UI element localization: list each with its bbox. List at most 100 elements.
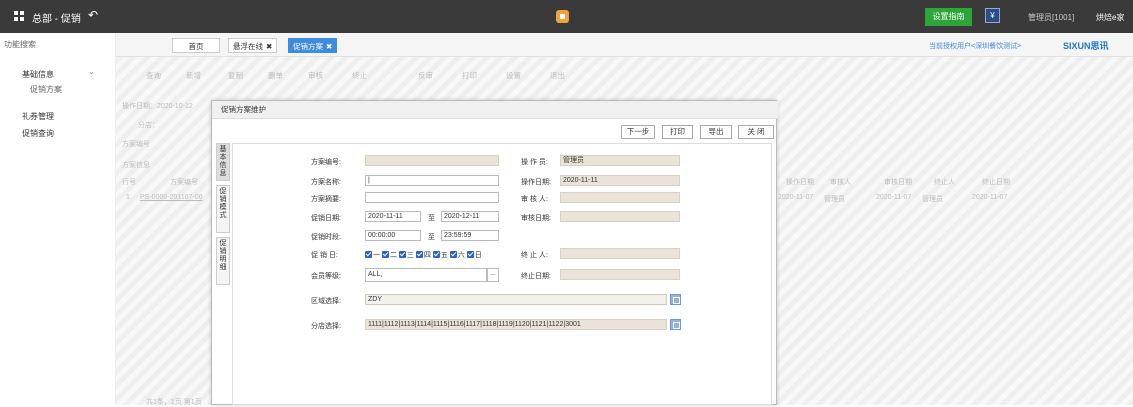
tab-promo-mode[interactable]: 促销模式 — [216, 185, 230, 233]
reviewer-field — [560, 192, 680, 203]
checkbox-checked-icon[interactable] — [365, 251, 372, 258]
review-date-field — [560, 211, 680, 222]
bg-col-rowno: 行号 — [122, 179, 136, 186]
dialog-title: 促销方案维护 — [212, 101, 778, 119]
bg-settings-button: 设置 — [506, 71, 521, 80]
branch-label: 分店选择: — [311, 323, 341, 330]
bg-row-code: PS-0000-201107-00 — [140, 194, 203, 201]
operator-field: 管理员 — [560, 155, 680, 166]
checkbox-checked-icon[interactable] — [381, 251, 389, 258]
bg-cell-opdate: 2020-11-07 — [778, 194, 814, 201]
bg-store: 分店： — [138, 122, 159, 129]
branch-picker-icon[interactable] — [670, 319, 681, 330]
next-step-button[interactable]: 下一步 — [621, 125, 655, 139]
setup-guide-button[interactable]: 设置指南 — [925, 8, 972, 26]
weekday-wed[interactable]: 三 — [398, 251, 414, 259]
tab-promo-plan[interactable]: 促销方案 ✖ — [288, 38, 338, 53]
area-field[interactable]: ZDY — [365, 294, 667, 305]
weekday-sun[interactable]: 日 — [466, 251, 482, 259]
tab-home[interactable]: 首页 — [172, 38, 220, 53]
sidebar-item-coupon[interactable]: 礼券管理 — [22, 111, 54, 122]
area-picker-icon[interactable] — [670, 294, 681, 305]
weekday-label: 二 — [389, 252, 397, 259]
promo-date-from[interactable]: 2020-11-11 — [365, 211, 421, 222]
checkbox-checked-icon[interactable] — [466, 251, 474, 258]
bg-copy-button: 复制 — [228, 71, 243, 80]
bg-col-planno: 方案编号 — [170, 179, 198, 186]
sidebar-search-header[interactable]: 功能搜索 — [0, 33, 116, 57]
terminator-label: 终 止 人: — [521, 252, 548, 259]
close-icon[interactable]: ✖ — [266, 42, 272, 51]
weekday-thu[interactable]: 四 — [415, 251, 431, 259]
export-button[interactable]: 导出 — [700, 125, 732, 139]
bg-query-button: 查询 — [146, 71, 161, 80]
member-level-field[interactable]: ALL, — [365, 268, 487, 282]
tab-label: 首页 — [188, 42, 204, 51]
bg-print-button: 打印 — [462, 71, 477, 80]
term-date-label: 终止日期: — [521, 273, 551, 280]
bg-op-date: 操作日期：2020-10-12 — [122, 103, 193, 110]
weekday-mon[interactable]: 一 — [365, 251, 380, 259]
promo-time-from[interactable]: 00:00:00 — [365, 230, 421, 241]
plan-no-label: 方案编号: — [311, 159, 341, 166]
weekday-sat[interactable]: 六 — [449, 251, 465, 259]
tab-basic-info[interactable]: 基本信息 — [216, 143, 230, 181]
print-button[interactable]: 打印 — [662, 125, 693, 139]
tab-bar: 首页 悬浮在线 ✖ 促销方案 ✖ 当前授权用户<深圳餐饮测试> SIXUN思讯 — [116, 33, 1133, 57]
tab-promo-detail[interactable]: 促销明细 — [216, 237, 230, 285]
app-title: 总部 - 促销 — [32, 14, 81, 25]
weekday-fri[interactable]: 五 — [432, 251, 448, 259]
auth-user-link[interactable]: 当前授权用户<深圳餐饮测试> — [929, 41, 1021, 51]
bg-plan-no: 方案编号 — [122, 141, 150, 148]
sidebar: 功能搜索 基础信息 ⌄ 促销方案 礼券管理 促销查询 — [0, 33, 116, 405]
sidebar-item-basic-info[interactable]: 基础信息 — [22, 69, 54, 80]
promo-time-label: 促销时段: — [311, 234, 341, 241]
weekday-label: 五 — [440, 252, 448, 259]
background-toolbar: 查询 新增 复制 删单 审核 终止 反审 打印 设置 退出 — [116, 65, 1133, 89]
plan-desc-field[interactable] — [365, 192, 499, 203]
tab-label: 促销方案 — [293, 42, 323, 51]
branch-field[interactable]: 1111|1112|1113|1114|1115|1116|1117|1118|… — [365, 319, 667, 330]
bg-cell-terminator: 管理员 — [922, 196, 943, 203]
app-center-icon[interactable] — [556, 10, 569, 23]
weekday-tue[interactable]: 二 — [381, 251, 397, 259]
plan-name-field[interactable]: | — [365, 175, 499, 186]
weekday-checkboxes: 一 二 三 四 五 六 日 — [365, 250, 482, 260]
checkbox-checked-icon[interactable] — [415, 251, 423, 258]
org-name[interactable]: 烘焙e家 — [1096, 12, 1124, 23]
weekday-label: 一 — [373, 252, 380, 259]
plan-no-field — [365, 155, 499, 166]
grid-menu-icon[interactable] — [14, 11, 24, 21]
back-icon[interactable]: ↶ — [88, 8, 98, 22]
bg-row-no: 1 — [126, 194, 130, 201]
to-label: 至 — [428, 234, 435, 241]
close-button[interactable]: 关 闭 — [738, 125, 774, 139]
bg-col-reviewer: 审核人 — [830, 179, 851, 186]
sidebar-item-promo-plan[interactable]: 促销方案 — [30, 84, 62, 95]
bg-col-reviewdate: 审核日期 — [884, 179, 912, 186]
checkbox-checked-icon[interactable] — [398, 251, 406, 258]
chevron-down-icon[interactable]: ⌄ — [88, 67, 95, 76]
brand-logo: SIXUN思讯 — [1063, 41, 1109, 51]
promo-date-to[interactable]: 2020-12-11 — [441, 211, 499, 222]
reviewer-label: 审 核 人: — [521, 196, 548, 203]
bg-col-terminator: 终止人 — [934, 179, 955, 186]
weekday-label: 四 — [423, 252, 431, 259]
tab-online[interactable]: 悬浮在线 ✖ — [228, 38, 278, 53]
bg-col-opdate: 操作日期 — [786, 179, 814, 186]
checkbox-checked-icon[interactable] — [449, 251, 457, 258]
sidebar-item-promo-query[interactable]: 促销查询 — [22, 128, 54, 139]
member-level-picker-button[interactable]: ... — [487, 268, 499, 282]
bg-review-button: 审核 — [308, 71, 323, 80]
op-date-label: 操作日期: — [521, 179, 551, 186]
close-icon[interactable]: ✖ — [326, 42, 332, 51]
bg-stop-button: 终止 — [352, 71, 367, 80]
admin-user[interactable]: 管理员[1001] — [1028, 12, 1074, 23]
checkbox-checked-icon[interactable] — [432, 251, 440, 258]
terminator-field — [560, 248, 680, 259]
promo-time-to[interactable]: 23:59:59 — [441, 230, 499, 241]
bg-cell-termdate: 2020-11-07 — [972, 194, 1008, 201]
notification-icon[interactable]: ¥ — [985, 8, 1000, 23]
review-date-label: 审核日期: — [521, 215, 551, 222]
bg-add-button: 新增 — [186, 71, 201, 80]
